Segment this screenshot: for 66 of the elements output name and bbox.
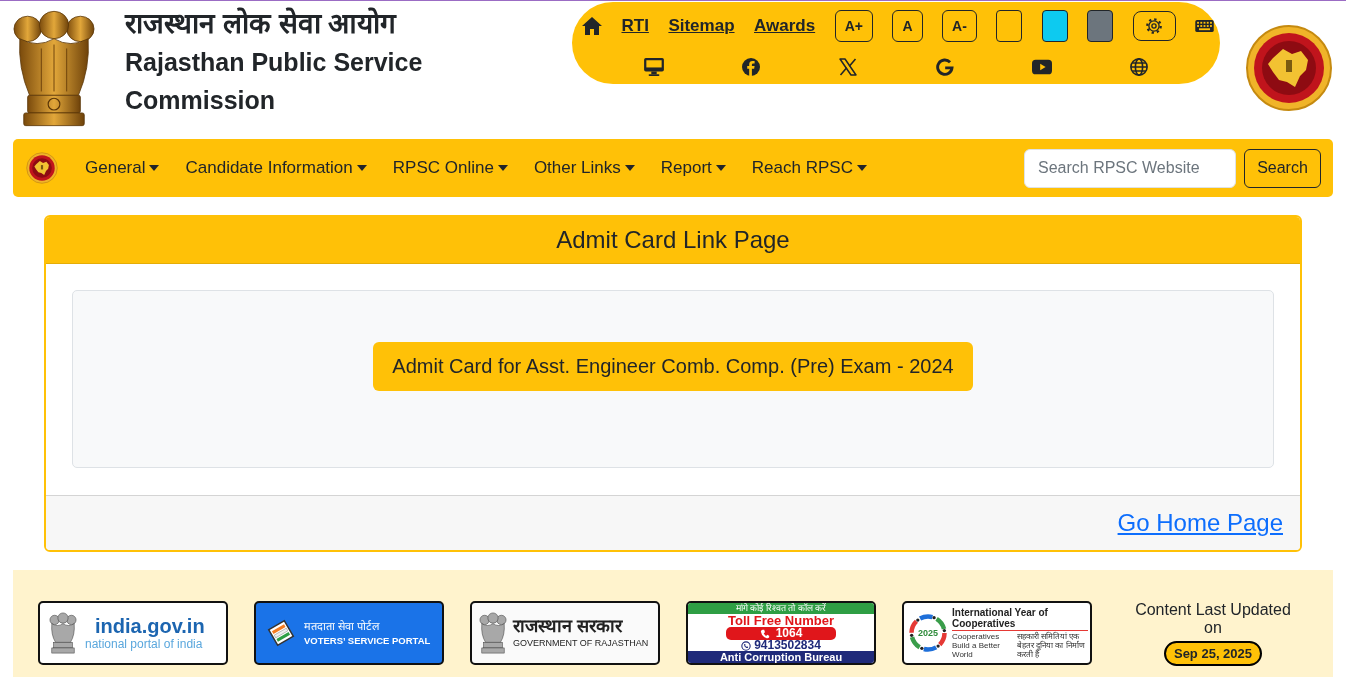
font-size-button[interactable]: A+ xyxy=(834,10,873,42)
last-updated-label: Content Last Updated on xyxy=(1134,601,1292,637)
helpline-tagline: मांगे कोई रिश्वत तो कॉल करें xyxy=(688,603,874,614)
caret-icon xyxy=(856,165,867,171)
bureau-name: Anti Corruption Bureau xyxy=(688,651,874,663)
rajasthan-government-banner[interactable]: राजस्थान सरकार GOVERNMENT OF RAJASTHAN xyxy=(470,601,660,665)
government-subtitle: GOVERNMENT OF RAJASTHAN xyxy=(513,637,649,650)
home-icon[interactable] xyxy=(582,17,602,35)
emblem-icon xyxy=(479,612,507,654)
font-size-button[interactable]: A xyxy=(892,10,923,42)
nav-menu-link[interactable]: Reach RPSC xyxy=(751,158,867,178)
year-label: 2025 xyxy=(918,628,938,638)
color-swatch-button[interactable] xyxy=(996,10,1023,42)
anti-corruption-banner[interactable]: मांगे कोई रिश्वत तो कॉल करें Toll Free Number 1064 9413502834 Anti Corruption Bureau xyxy=(686,601,876,665)
keyboard-icon[interactable] xyxy=(1195,20,1215,32)
india-portal-banner[interactable]: india.gov.in national portal of india xyxy=(38,601,228,665)
emblem-icon xyxy=(49,612,77,654)
nav-menu-link[interactable]: Other Links xyxy=(533,158,635,178)
home-page-link[interactable]: Go Home Page xyxy=(1117,509,1283,537)
portal-title: india.gov.in xyxy=(95,615,205,637)
last-updated-date: Sep 25, 2025 xyxy=(1163,641,1263,666)
cooperatives-title: International Year of Cooperatives xyxy=(952,607,1088,631)
voters-portal-banner[interactable]: मतदाता सेवा पोर्टल VOTERS’ SERVICE PORTAL xyxy=(254,601,444,665)
nav-menu-link[interactable]: General xyxy=(85,158,160,178)
color-swatch-button[interactable] xyxy=(1087,10,1114,42)
x-logo-icon[interactable] xyxy=(837,58,858,76)
phone-icon xyxy=(759,628,770,639)
hindi-title: राजस्थान लोक सेवा आयोग xyxy=(125,6,398,41)
toolbar-link[interactable]: Awards xyxy=(754,16,816,36)
cooperative-ring-drawing xyxy=(907,612,949,654)
portal-title: मतदाता सेवा पोर्टल xyxy=(304,619,381,634)
color-swatch-button[interactable] xyxy=(1041,10,1068,42)
admit-card-button[interactable]: Admit Card for Asst. Engineer Comb. Comp. (Pre) Exam - 2024 xyxy=(373,342,973,391)
english-title: Rajasthan Public Service Commission xyxy=(125,47,424,116)
nav-menu-link[interactable]: Report xyxy=(660,158,726,178)
toll-free-title: Toll Free Number xyxy=(727,614,835,627)
search-button[interactable]: Search xyxy=(1244,148,1321,188)
seal-icon[interactable] xyxy=(26,152,58,184)
caret-icon xyxy=(715,165,726,171)
card-title: Admit Card Link Page xyxy=(556,226,790,254)
font-size-button[interactable]: A- xyxy=(942,10,977,42)
government-title: राजस्थान सरकार xyxy=(513,616,624,637)
nav-menu-link[interactable]: RPSC Online xyxy=(392,158,508,178)
globe-icon[interactable] xyxy=(1128,58,1149,76)
settings-icon xyxy=(1145,17,1164,35)
whatsapp-number: 9413502834 xyxy=(754,640,821,651)
cooperatives-tagline: Cooperatives Build a Better World xyxy=(952,632,1002,659)
nav-menu-link[interactable]: Candidate Information xyxy=(185,158,367,178)
cooperatives-banner[interactable]: 2025 International Year of Cooperatives Cooperatives Build a Better World सहकारी समितियां एक बेहतर दुनिया का निर्माण करती हैं xyxy=(902,601,1092,665)
portal-subtitle: national portal of india xyxy=(85,637,204,651)
chat-phone-icon xyxy=(741,640,752,651)
caret-icon xyxy=(624,165,635,171)
caret-icon xyxy=(497,165,508,171)
facebook-icon[interactable] xyxy=(740,58,761,76)
youtube-icon[interactable] xyxy=(1031,58,1052,76)
toolbar-link[interactable]: Sitemap xyxy=(668,16,735,36)
portal-subtitle: VOTERS’ SERVICE PORTAL xyxy=(304,634,431,647)
toolbar-link[interactable]: RTI xyxy=(621,16,649,36)
google-icon[interactable] xyxy=(934,58,955,76)
helpline-number: 1064 xyxy=(775,627,803,640)
cooperatives-hindi-tagline: सहकारी समितियां एक बेहतर दुनिया का निर्माण करती हैं xyxy=(1017,632,1086,659)
caret-icon xyxy=(356,165,367,171)
settings-button[interactable] xyxy=(1132,11,1176,41)
search-field[interactable]: Search RPSC Website xyxy=(1024,148,1236,188)
caret-icon xyxy=(149,165,160,171)
monitor-icon[interactable] xyxy=(643,58,664,76)
